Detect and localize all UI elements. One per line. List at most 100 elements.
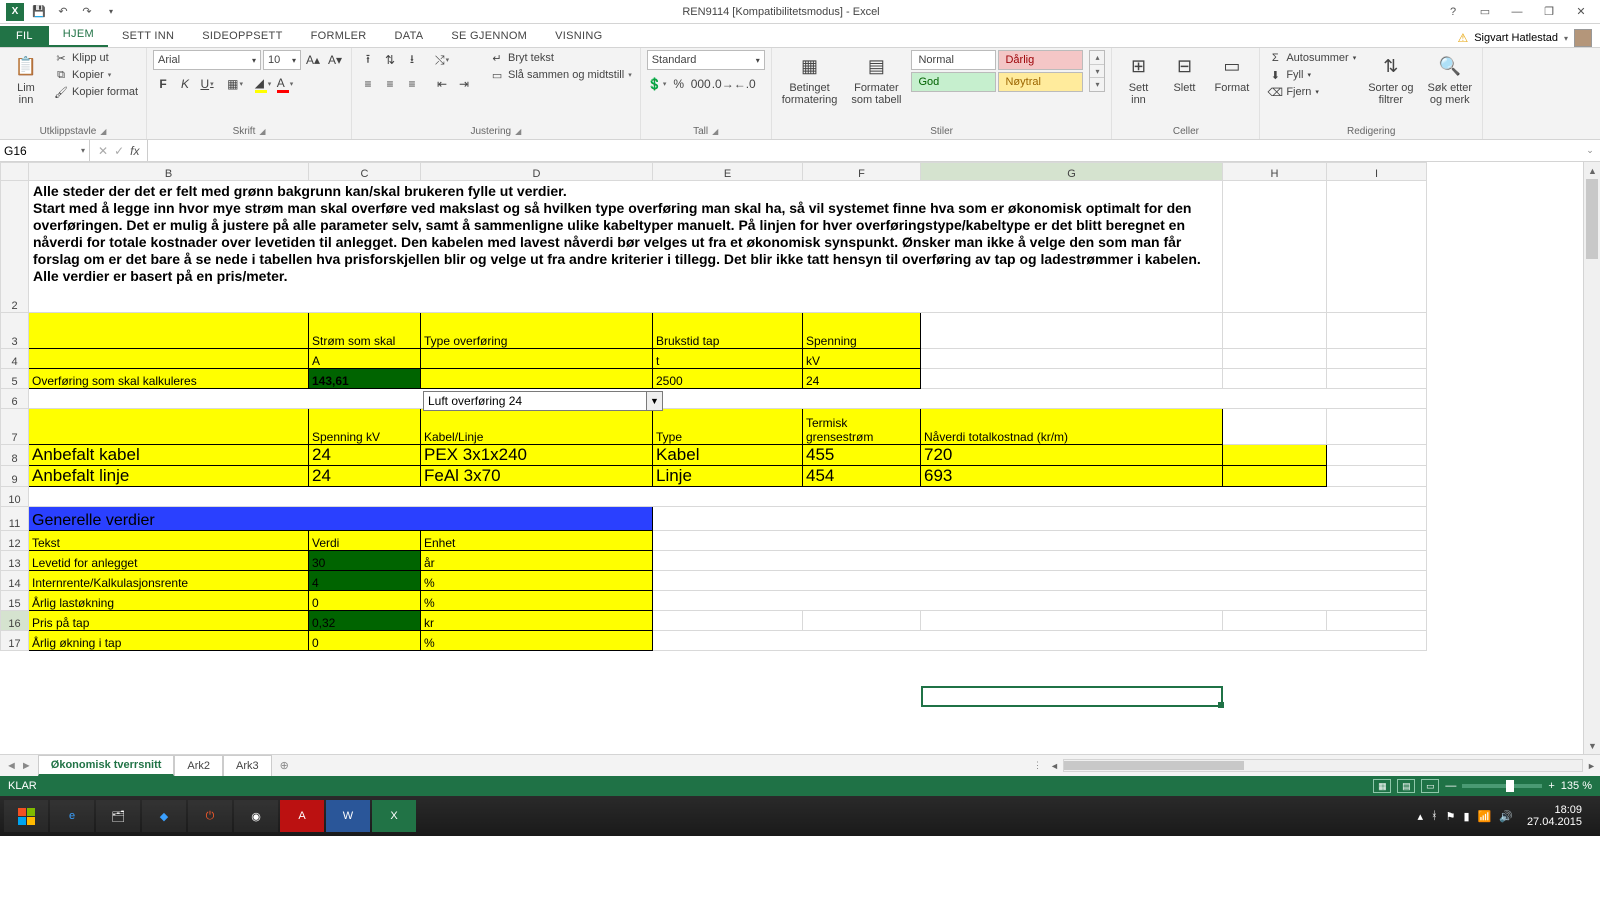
qat-customize-icon[interactable]: ▾ (100, 1, 122, 23)
col-head-C[interactable]: C (309, 163, 421, 181)
dialog-launcher-icon[interactable]: ◢ (100, 127, 106, 136)
select-all-corner[interactable] (1, 163, 29, 181)
tray-bluetooth-icon[interactable]: ᚼ (1431, 810, 1438, 822)
chevron-down-icon[interactable]: ▼ (646, 391, 663, 411)
increase-indent-icon[interactable]: ⇥ (454, 74, 474, 94)
orientation-icon[interactable]: ⤭ (432, 50, 452, 70)
zoom-slider[interactable] (1462, 784, 1542, 788)
row-head[interactable]: 5 (1, 369, 29, 389)
row-head[interactable]: 6 (1, 389, 29, 409)
insert-function-icon[interactable]: fx (130, 144, 139, 158)
tab-data[interactable]: DATA (381, 26, 438, 47)
save-icon[interactable]: 💾 (28, 1, 50, 23)
row-head[interactable]: 7 (1, 409, 29, 445)
row-head[interactable]: 10 (1, 487, 29, 507)
align-center-icon[interactable]: ≡ (380, 74, 400, 94)
percent-format-icon[interactable]: % (669, 74, 689, 94)
ribbon-options-icon[interactable]: ▭ (1472, 2, 1498, 22)
col-head-H[interactable]: H (1223, 163, 1327, 181)
merge-center-button[interactable]: ▭Slå sammen og midtstill▾ (488, 67, 634, 83)
find-select-button[interactable]: 🔍Søk etter og merk (1423, 50, 1476, 108)
zoom-thumb[interactable] (1506, 780, 1514, 792)
avatar[interactable] (1574, 29, 1592, 47)
enter-formula-icon[interactable]: ✓ (114, 144, 124, 158)
font-color-button[interactable]: A (275, 74, 295, 94)
wrap-text-button[interactable]: ↵Bryt tekst (488, 50, 634, 66)
align-right-icon[interactable]: ≡ (402, 74, 422, 94)
tray-wifi-icon[interactable]: 📶 (1478, 810, 1492, 823)
style-normal[interactable]: Normal (911, 50, 996, 70)
autosum-button[interactable]: ΣAutosummer▾ (1266, 50, 1358, 66)
taskbar-app-icon[interactable]: ◆ (142, 800, 186, 832)
italic-button[interactable]: K (175, 74, 195, 94)
align-top-icon[interactable]: ⭱ (358, 50, 378, 70)
format-painter-button[interactable]: 🖌Kopier format (52, 84, 140, 100)
sheet-tab[interactable]: Økonomisk tverrsnitt (38, 755, 175, 776)
align-middle-icon[interactable]: ⇅ (380, 50, 400, 70)
scroll-left-icon[interactable]: ◄ (1046, 757, 1063, 774)
close-icon[interactable]: ✕ (1568, 2, 1594, 22)
cut-button[interactable]: ✂Klipp ut (52, 50, 140, 66)
dialog-launcher-icon[interactable]: ◢ (712, 127, 718, 136)
tab-insert[interactable]: SETT INN (108, 26, 188, 47)
cell-type-overforing[interactable] (421, 369, 653, 389)
taskbar-chrome-icon[interactable]: ◉ (234, 800, 278, 832)
gen-row-value[interactable]: 4 (309, 571, 421, 591)
align-bottom-icon[interactable]: ⭳ (402, 50, 422, 70)
tab-view[interactable]: VISNING (541, 26, 616, 47)
expand-formula-bar-icon[interactable]: ⌄ (1580, 140, 1600, 161)
tab-page-layout[interactable]: SIDEOPPSETT (188, 26, 296, 47)
row-head[interactable]: 15 (1, 591, 29, 611)
formula-input[interactable] (148, 140, 1580, 161)
tray-battery-icon[interactable]: ▮ (1463, 810, 1469, 823)
tray-volume-icon[interactable]: 🔊 (1499, 810, 1513, 823)
gen-row-value[interactable]: 0,32 (309, 611, 421, 631)
styles-gallery-scroll[interactable]: ▴▾▾ (1089, 50, 1105, 92)
insert-cells-button[interactable]: ⊞Sett inn (1118, 50, 1158, 108)
dialog-launcher-icon[interactable]: ◢ (515, 127, 521, 136)
help-icon[interactable]: ? (1440, 2, 1466, 22)
bold-button[interactable]: F (153, 74, 173, 94)
copy-button[interactable]: ⧉Kopier▾ (52, 67, 140, 83)
fill-color-button[interactable]: ◢ (253, 74, 273, 94)
paste-button[interactable]: 📋 Lim inn (6, 50, 46, 108)
tab-split-handle[interactable]: ⋮ (1033, 760, 1042, 771)
vertical-scrollbar[interactable]: ▲ ▼ (1583, 162, 1600, 754)
view-normal-icon[interactable]: ▦ (1373, 779, 1391, 793)
comma-format-icon[interactable]: 000 (691, 74, 711, 94)
row-head[interactable]: 17 (1, 631, 29, 651)
zoom-level[interactable]: 135 % (1561, 780, 1592, 792)
increase-font-icon[interactable]: A▴ (303, 50, 323, 70)
tab-nav-next-icon[interactable]: ► (21, 760, 32, 772)
taskbar-power-icon[interactable]: ⏻ (188, 800, 232, 832)
sheet-tab[interactable]: Ark2 (174, 755, 223, 776)
taskbar-excel-icon[interactable]: X (372, 800, 416, 832)
tab-nav-prev-icon[interactable]: ◄ (6, 760, 17, 772)
col-head-D[interactable]: D (421, 163, 653, 181)
row-head[interactable]: 13 (1, 551, 29, 571)
decrease-decimal-icon[interactable]: ←.0 (735, 74, 755, 94)
tray-flag-icon[interactable]: ⚑ (1446, 810, 1456, 823)
underline-button[interactable]: U (197, 74, 217, 94)
format-cells-button[interactable]: ▭Format (1210, 50, 1253, 96)
taskbar-pdf-icon[interactable]: A (280, 800, 324, 832)
input-strom[interactable]: 143,61 (309, 369, 421, 389)
style-neutral[interactable]: Nøytral (998, 72, 1083, 92)
column-headers[interactable]: B C D E F G H I (1, 163, 1427, 181)
view-page-layout-icon[interactable]: ▤ (1397, 779, 1415, 793)
sort-filter-button[interactable]: ⇅Sorter og filtrer (1364, 50, 1417, 108)
scroll-up-icon[interactable]: ▲ (1584, 162, 1600, 179)
start-button[interactable] (4, 800, 48, 832)
row-head[interactable]: 3 (1, 313, 29, 349)
tab-file[interactable]: FIL (0, 26, 49, 47)
decrease-indent-icon[interactable]: ⇤ (432, 74, 452, 94)
taskbar-word-icon[interactable]: W (326, 800, 370, 832)
conditional-formatting-button[interactable]: ▦ Betinget formatering (778, 50, 842, 108)
scrollbar-thumb[interactable] (1586, 179, 1598, 259)
row-head[interactable]: 11 (1, 507, 29, 531)
dialog-launcher-icon[interactable]: ◢ (259, 127, 265, 136)
decrease-font-icon[interactable]: A▾ (325, 50, 345, 70)
taskbar-ie-icon[interactable]: e (50, 800, 94, 832)
align-left-icon[interactable]: ≡ (358, 74, 378, 94)
cancel-formula-icon[interactable]: ✕ (98, 144, 108, 158)
